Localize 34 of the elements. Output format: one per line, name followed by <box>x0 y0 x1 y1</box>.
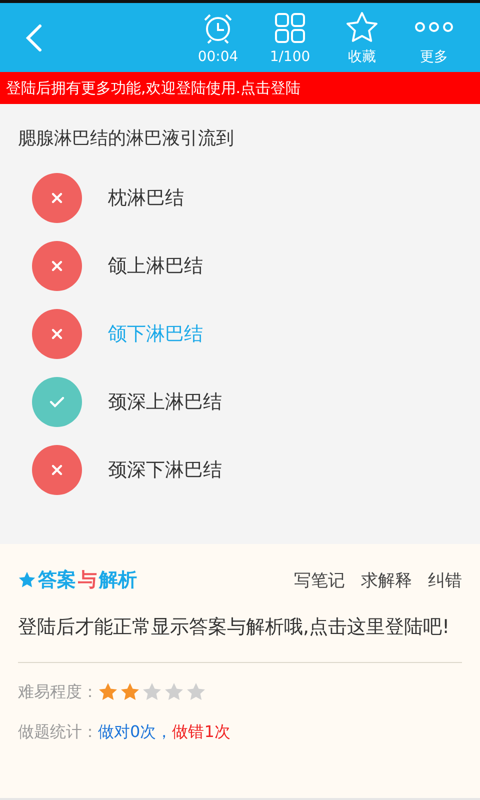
check-icon <box>49 396 65 408</box>
option-text: 颌上淋巴结 <box>108 254 203 279</box>
answer-option[interactable]: 颈深下淋巴结 <box>0 436 480 504</box>
stats-label: 做题统计： <box>18 722 98 742</box>
action-link[interactable]: 写笔记 <box>294 568 345 592</box>
option-text: 枕淋巴结 <box>108 186 184 211</box>
answer-option[interactable]: 枕淋巴结 <box>0 164 480 232</box>
login-banner[interactable]: 登陆后拥有更多功能,欢迎登陆使用.点击登陆 <box>0 72 480 104</box>
login-prompt-link[interactable]: 登陆后才能正常显示答案与解析哦,点击这里登陆吧! <box>18 610 462 644</box>
option-text: 颌下淋巴结 <box>108 322 203 347</box>
question-text: 腮腺淋巴结的淋巴液引流到 <box>17 127 235 151</box>
star-icon <box>186 682 206 702</box>
action-link[interactable]: 求解释 <box>361 568 412 592</box>
cross-icon <box>51 464 63 476</box>
answer-option[interactable]: 颈深上淋巴结 <box>0 368 480 436</box>
answer-analysis-logo: 答案与解析 <box>18 567 137 593</box>
cross-icon <box>51 328 63 340</box>
grid-icon <box>274 12 306 44</box>
more-icon <box>414 20 454 32</box>
option-text: 颈深下淋巴结 <box>108 458 222 483</box>
wrong-count: 做错1次 <box>172 722 230 742</box>
answer-option[interactable]: 颌上淋巴结 <box>0 232 480 300</box>
star-icon <box>345 10 379 42</box>
difficulty-label: 难易程度： <box>18 682 98 702</box>
separator-text: ， <box>156 722 172 742</box>
option-text: 颈深上淋巴结 <box>108 390 222 415</box>
star-icon <box>164 682 184 702</box>
star-icon <box>98 682 118 702</box>
star-icon <box>120 682 140 702</box>
cross-icon <box>51 192 63 204</box>
action-link[interactable]: 纠错 <box>428 568 462 592</box>
star-icon <box>142 682 162 702</box>
cross-icon <box>51 260 63 272</box>
correct-count: 做对0次 <box>98 722 156 742</box>
